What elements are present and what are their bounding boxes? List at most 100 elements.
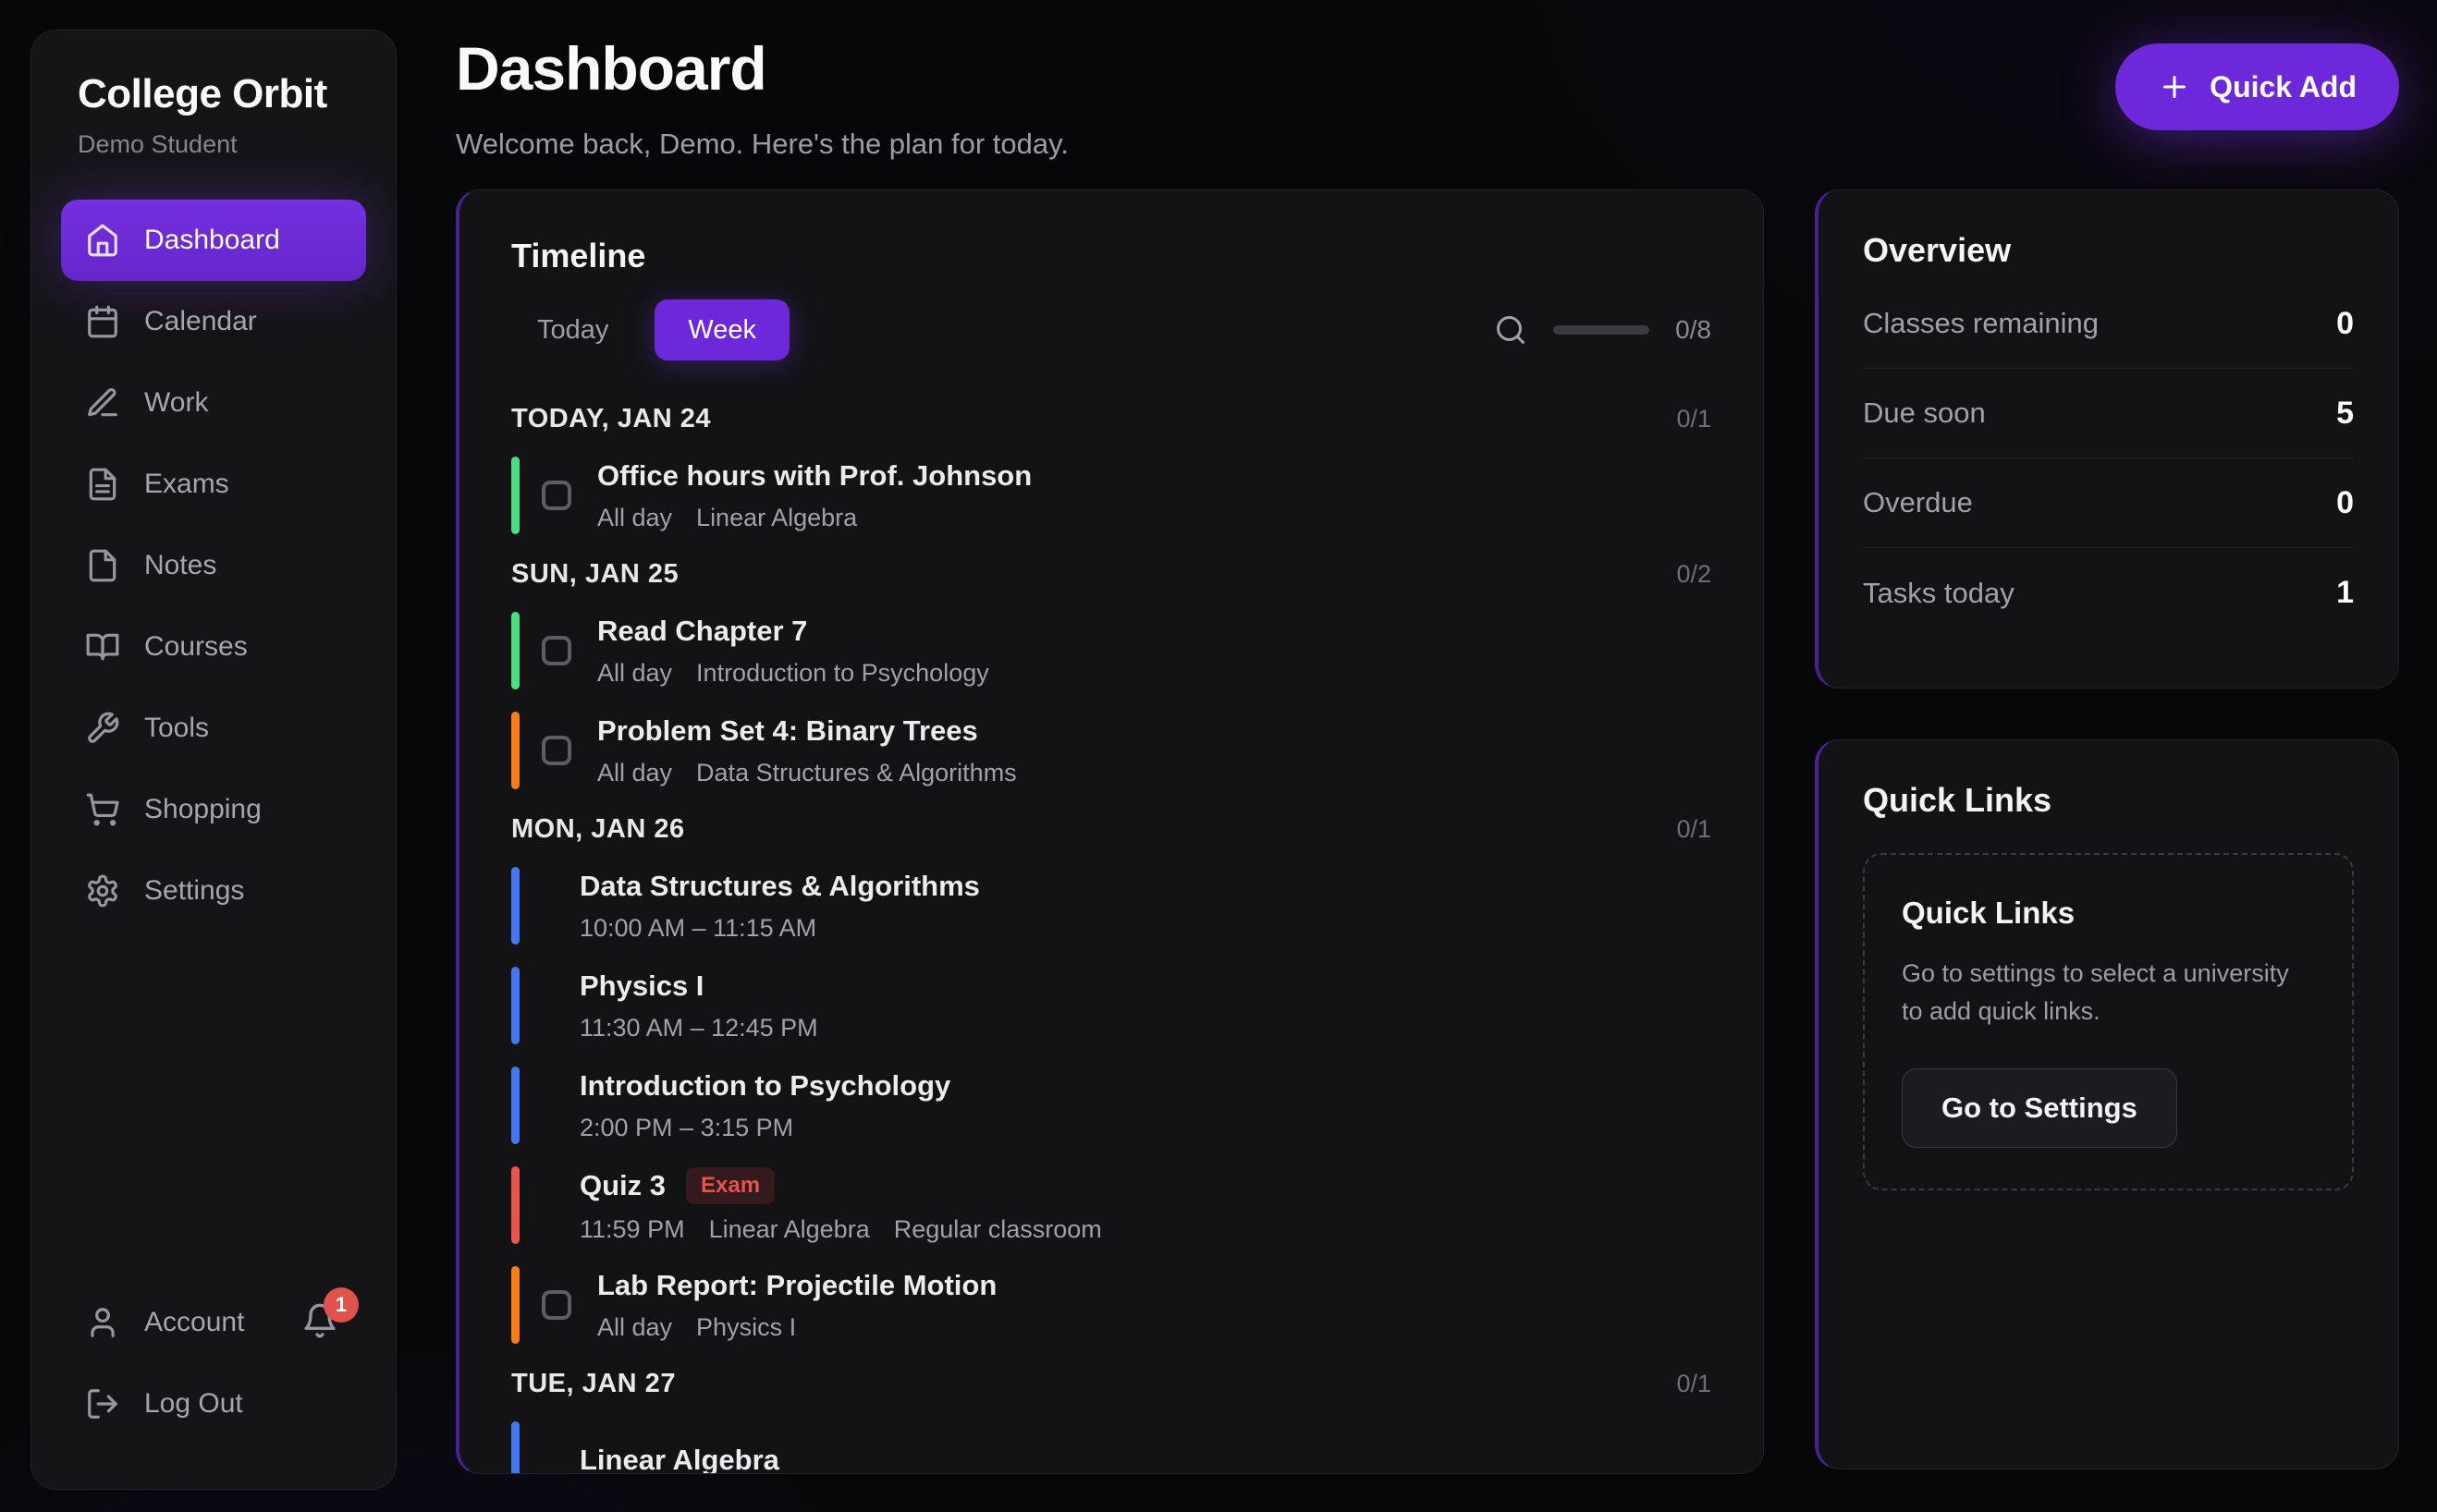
- sidebar-footer: Account 1 Log Out: [61, 1282, 366, 1445]
- entry-title: Quiz 3: [580, 1169, 666, 1202]
- entry-body: Quiz 3Exam11:59 PMLinear AlgebraRegular …: [580, 1167, 1102, 1244]
- entry-meta-part: Linear Algebra: [696, 504, 857, 532]
- timeline-title: Timeline: [511, 237, 1711, 275]
- timeline-entry[interactable]: Introduction to Psychology 2:00 PM – 3:15…: [511, 1067, 1711, 1144]
- sidebar-item-settings[interactable]: Settings: [61, 850, 366, 932]
- task-checkbox[interactable]: [542, 636, 571, 665]
- entry-meta-part: 10:00 AM – 11:15 AM: [580, 914, 816, 943]
- timeline-entry[interactable]: Office hours with Prof. JohnsonAll dayLi…: [511, 457, 1711, 534]
- overview-row: Overdue 0: [1863, 458, 2354, 548]
- shopping-cart-icon: [85, 792, 120, 827]
- entry-body: Data Structures & Algorithms 10:00 AM – 1…: [580, 870, 980, 943]
- sidebar-nav: Dashboard Calendar Work Exams Notes Courses To…: [61, 200, 366, 932]
- day-task-count: 0/1: [1676, 815, 1711, 844]
- entry-title: Problem Set 4: Binary Trees: [597, 714, 978, 748]
- task-checkbox[interactable]: [542, 481, 571, 510]
- sidebar-item-account[interactable]: Account 1: [61, 1282, 366, 1363]
- plus-icon: [2158, 70, 2191, 104]
- sidebar-item-label: Settings: [144, 875, 244, 907]
- quick-links-title: Quick Links: [1863, 781, 2354, 820]
- task-checkbox[interactable]: [542, 736, 571, 765]
- entry-meta: 2:00 PM – 3:15 PM: [580, 1114, 950, 1142]
- overview-row-label: Overdue: [1863, 486, 1973, 519]
- timeline-entry[interactable]: Data Structures & Algorithms 10:00 AM – 1…: [511, 867, 1711, 945]
- day-task-count: 0/1: [1676, 405, 1711, 433]
- sidebar-item-label: Work: [144, 387, 208, 419]
- sidebar-item-label: Courses: [144, 631, 248, 663]
- entry-meta-part: 11:59 PM: [580, 1215, 685, 1244]
- quick-add-button[interactable]: Quick Add: [2115, 43, 2399, 130]
- calendar-icon: [85, 304, 120, 339]
- tab-week[interactable]: Week: [655, 299, 790, 360]
- sidebar-item-shopping[interactable]: Shopping: [61, 769, 366, 850]
- entry-meta-part: Introduction to Psychology: [696, 659, 989, 688]
- timeline-entry[interactable]: Problem Set 4: Binary TreesAll dayData S…: [511, 712, 1711, 789]
- sidebar-item-logout[interactable]: Log Out: [61, 1363, 366, 1445]
- overview-row-label: Classes remaining: [1863, 307, 2099, 340]
- page-title: Dashboard: [456, 33, 2399, 104]
- sidebar-item-label: Exams: [144, 469, 229, 500]
- overview-row-value: 1: [2336, 575, 2354, 611]
- entry-title: Linear Algebra: [580, 1444, 779, 1474]
- entry-body: Read Chapter 7 All dayIntroduction to Psy…: [597, 615, 989, 688]
- sidebar-item-calendar[interactable]: Calendar: [61, 281, 366, 362]
- timeline-entry[interactable]: Physics I 11:30 AM – 12:45 PM: [511, 967, 1711, 1044]
- tab-today[interactable]: Today: [511, 315, 634, 346]
- event-color-bar: [511, 1421, 520, 1474]
- entry-title: Physics I: [580, 969, 704, 1003]
- overview-row-value: 0: [2336, 306, 2354, 342]
- day-header: TODAY, JAN 24 0/1: [511, 403, 1711, 434]
- event-color-bar: [511, 712, 520, 789]
- entry-meta: 11:30 AM – 12:45 PM: [580, 1014, 818, 1043]
- timeline-entry[interactable]: Linear Algebra: [511, 1421, 1711, 1474]
- logout-label: Log Out: [144, 1388, 243, 1420]
- entry-body: Introduction to Psychology 2:00 PM – 3:15…: [580, 1069, 950, 1142]
- entry-body: Physics I 11:30 AM – 12:45 PM: [580, 969, 818, 1043]
- overview-row: Due soon5: [1863, 369, 2354, 458]
- event-color-bar: [511, 457, 520, 534]
- day-header: MON, JAN 260/1: [511, 813, 1711, 845]
- day-header: TUE, JAN 270/1: [511, 1368, 1711, 1399]
- entry-body: Lab Report: Projectile MotionAll dayPhys…: [597, 1269, 997, 1342]
- overview-title: Overview: [1863, 231, 2354, 270]
- timeline-entry[interactable]: Read Chapter 7 All dayIntroduction to Psy…: [511, 612, 1711, 689]
- overview-row-value: 0: [2336, 485, 2354, 521]
- event-color-bar: [511, 1166, 520, 1244]
- entry-title: Lab Report: Projectile Motion: [597, 1269, 997, 1302]
- home-icon: [85, 223, 120, 258]
- sidebar-item-notes[interactable]: Notes: [61, 525, 366, 606]
- day-task-count: 0/1: [1676, 1370, 1711, 1398]
- book-open-icon: [85, 629, 120, 665]
- sidebar-item-work[interactable]: Work: [61, 362, 366, 444]
- entry-title: Read Chapter 7: [597, 615, 807, 648]
- entry-title: Data Structures & Algorithms: [580, 870, 980, 903]
- entry-meta-part: Data Structures & Algorithms: [696, 759, 1017, 787]
- entry-meta-part: All day: [597, 504, 672, 532]
- overview-row: Tasks today1: [1863, 548, 2354, 638]
- entry-title: Introduction to Psychology: [580, 1069, 950, 1103]
- sidebar-item-label: Calendar: [144, 306, 257, 337]
- overview-row-label: Due soon: [1863, 396, 1986, 430]
- day-label: TODAY, JAN 24: [511, 404, 711, 434]
- sidebar-item-exams[interactable]: Exams: [61, 444, 366, 525]
- sidebar-item-dashboard[interactable]: Dashboard: [61, 200, 366, 281]
- entry-meta: All dayIntroduction to Psychology: [597, 659, 989, 688]
- notifications-bell[interactable]: 1: [301, 1302, 342, 1343]
- entry-meta-part: Regular classroom: [894, 1215, 1102, 1244]
- timeline-entry[interactable]: Lab Report: Projectile MotionAll dayPhys…: [511, 1266, 1711, 1344]
- file-text-icon: [85, 467, 120, 502]
- entry-body: Problem Set 4: Binary TreesAll dayData S…: [597, 714, 1017, 787]
- task-checkbox[interactable]: [542, 1290, 571, 1320]
- timeline-tools: 0/8: [1494, 313, 1711, 347]
- sidebar-item-tools[interactable]: Tools: [61, 688, 366, 769]
- entry-meta-part: 2:00 PM – 3:15 PM: [580, 1114, 793, 1142]
- file-icon: [85, 548, 120, 583]
- go-to-settings-button[interactable]: Go to Settings: [1902, 1068, 2177, 1148]
- sidebar-item-courses[interactable]: Courses: [61, 606, 366, 688]
- entry-body: Office hours with Prof. JohnsonAll dayLi…: [597, 459, 1032, 532]
- timeline-entry[interactable]: Quiz 3Exam11:59 PMLinear AlgebraRegular …: [511, 1166, 1711, 1244]
- sidebar: College Orbit Demo Student DashboardCale…: [31, 30, 397, 1490]
- search-icon[interactable]: [1494, 313, 1527, 347]
- timeline-day: TUE, JAN 270/1 Linear Algebra: [511, 1368, 1711, 1474]
- day-label: SUN, JAN 25: [511, 559, 679, 590]
